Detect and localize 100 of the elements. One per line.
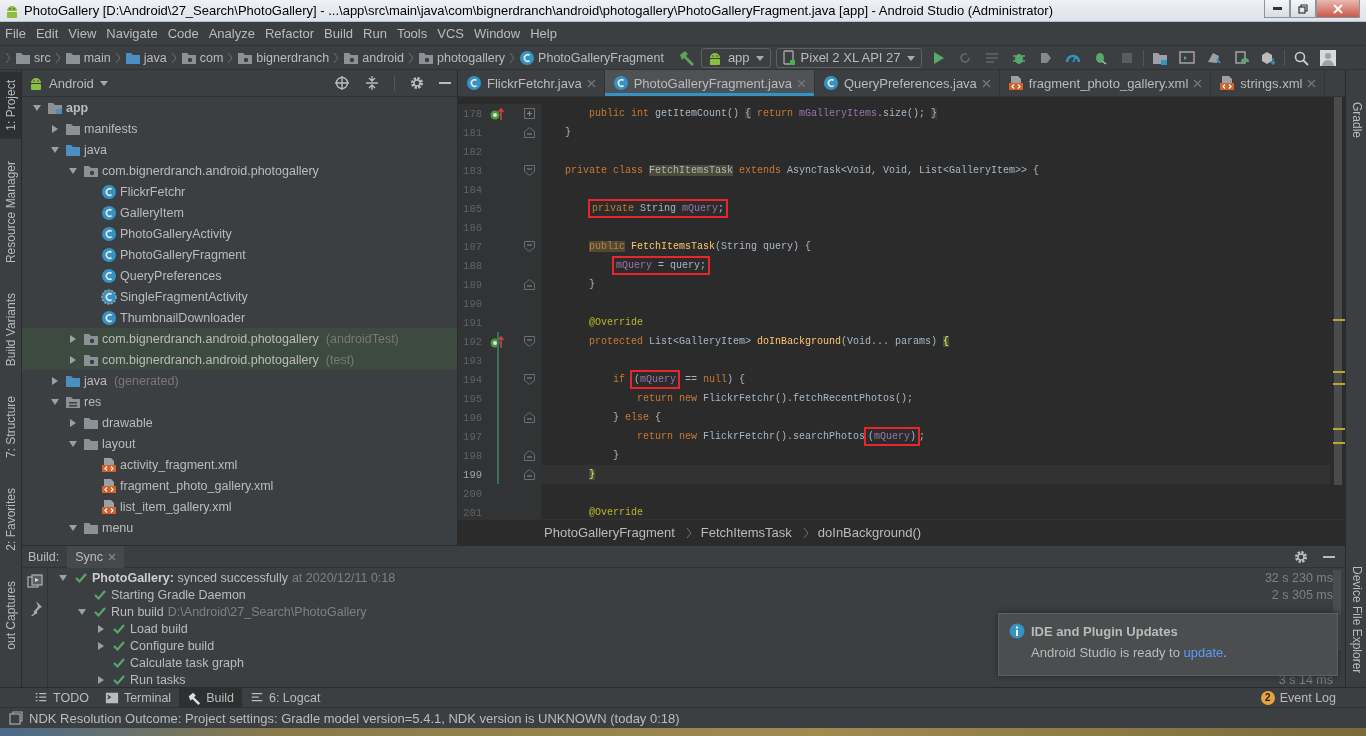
tree-item[interactable]: PhotoGalleryActivity [22, 223, 457, 244]
class-icon [101, 267, 117, 284]
tree-item[interactable]: layout [22, 433, 457, 454]
breadcrumb[interactable]: FetchItemsTask [700, 525, 792, 540]
menu-bar-item[interactable]: Run [358, 26, 392, 41]
device-manager-icon[interactable] [1232, 49, 1249, 66]
restart-icon[interactable] [26, 574, 43, 590]
device-dropdown[interactable]: Pixel 2 XL API 27 [775, 47, 922, 68]
tree-item[interactable]: PhotoGalleryFragment [22, 244, 457, 265]
menu-bar-item[interactable]: Window [468, 26, 526, 41]
tree-item[interactable]: FlickrFetchr [22, 181, 457, 202]
breadcrumb[interactable]: PhotoGalleryFragment [519, 49, 664, 66]
close-icon[interactable] [108, 552, 117, 561]
tree-item[interactable]: Starting Gradle Daemon 2 s 305 ms [48, 586, 1333, 603]
breadcrumb[interactable]: com [180, 49, 224, 66]
crosshair-icon[interactable] [334, 75, 350, 91]
menu-bar-item[interactable]: View [63, 26, 102, 41]
collapse-icon[interactable] [364, 75, 380, 91]
tool-window-tab[interactable]: Terminal [96, 687, 180, 708]
close-button[interactable] [1316, 0, 1360, 18]
tool-window-tab[interactable]: Gradle [1346, 94, 1366, 147]
search-icon[interactable] [1292, 49, 1309, 66]
menu-bar-item[interactable]: Navigate [101, 26, 163, 41]
panel-toggle-icon[interactable] [9, 711, 23, 725]
tree-item[interactable]: com.bignerdranch.android.photogallery [22, 160, 457, 181]
tree-item[interactable]: java [22, 139, 457, 160]
code-text: private class FetchItemsTask extends AsyncTask<Void, Void, List<GalleryItem>> { [565, 165, 1040, 176]
tree-item[interactable]: QueryPreferences [22, 265, 457, 286]
tool-window-tab[interactable]: 2: Favorites [0, 479, 21, 559]
tree-item[interactable]: GalleryItem [22, 202, 457, 223]
panel-tab[interactable]: Sync [67, 545, 125, 568]
close-icon[interactable] [1193, 78, 1203, 88]
tool-window-tab[interactable]: 6: Logcat [241, 687, 329, 708]
editor-tab[interactable]: fragment_photo_gallery.xml [999, 70, 1212, 96]
tool-window-tab[interactable]: TODO [26, 687, 97, 708]
editor-tab[interactable]: PhotoGalleryFragment.java [604, 70, 815, 96]
restore-button[interactable] [1290, 0, 1316, 18]
minimize-button[interactable] [1264, 0, 1290, 18]
event-log-tab[interactable]: 2 Event Log [1260, 690, 1336, 705]
settings-icon[interactable] [1293, 548, 1309, 565]
breadcrumb[interactable]: android [343, 49, 404, 66]
close-icon[interactable] [981, 78, 991, 88]
tool-window-tab[interactable]: Resource Manager [0, 152, 21, 271]
scrollbar-thumb[interactable] [1334, 97, 1342, 485]
tree-item[interactable]: menu [22, 517, 457, 538]
breadcrumb[interactable]: java [124, 49, 167, 66]
tool-window-tab[interactable]: Build Variants [0, 284, 21, 374]
close-icon[interactable] [586, 78, 596, 88]
tool-window-tab[interactable]: 1: Project [0, 72, 21, 139]
tool-window-tab[interactable]: Device File Explorer [1346, 557, 1366, 681]
menu-bar-item[interactable]: Build [319, 26, 358, 41]
tree-item[interactable]: manifests [22, 118, 457, 139]
tree-item[interactable]: com.bignerdranch.android.photogallery (test) [22, 349, 457, 370]
tree-item[interactable]: Run build D:\Android\27_Search\PhotoGallery [48, 603, 1333, 620]
menu-bar-item[interactable]: Code [162, 26, 204, 41]
tool-window-tab[interactable]: Build [179, 687, 242, 708]
hammer-icon[interactable] [677, 48, 696, 67]
editor-tab[interactable]: strings.xml [1211, 70, 1326, 96]
menu-bar-item[interactable]: VCS [432, 26, 469, 41]
breadcrumb[interactable]: photogallery [418, 49, 506, 66]
settings-icon[interactable] [409, 75, 425, 91]
menu-bar-item[interactable]: Analyze [203, 26, 260, 41]
tool-window-tab[interactable]: 7: Structure [0, 387, 21, 466]
module-dropdown[interactable]: app [700, 47, 771, 68]
breadcrumb[interactable]: main [64, 49, 111, 66]
tree-item[interactable]: res [22, 391, 457, 412]
hammer-icon [187, 690, 202, 705]
tree-item[interactable]: fragment_photo_gallery.xml [22, 475, 457, 496]
chevron-icon [4, 51, 12, 64]
package-download-icon[interactable] [1259, 49, 1276, 66]
minimize-icon[interactable] [1323, 555, 1335, 558]
tree-item[interactable]: PhotoGallery: synced successfully at 2020/12/11 0:18 32 s 230 ms [48, 569, 1333, 586]
code-text: ; [919, 431, 926, 442]
menu-bar-item[interactable]: Tools [391, 26, 433, 41]
monitor-icon[interactable] [1178, 49, 1195, 66]
panel-title: Build: [28, 549, 60, 564]
close-icon[interactable] [1307, 78, 1317, 88]
breadcrumb[interactable]: doInBackground() [817, 525, 922, 540]
tree-item[interactable]: app [22, 97, 457, 118]
tree-item[interactable]: ThumbnailDownloader [22, 307, 457, 328]
editor-tab[interactable]: FlickrFetchr.java [458, 70, 605, 96]
tool-window-tab[interactable]: out Captures [0, 572, 21, 658]
menu-bar-item[interactable]: Edit [30, 26, 64, 41]
tree-item[interactable]: activity_fragment.xml [22, 454, 457, 475]
tree-item[interactable]: drawable [22, 412, 457, 433]
menu-bar-item[interactable]: Refactor [259, 26, 320, 41]
view-dropdown[interactable]: Android [28, 75, 109, 91]
tree-item[interactable]: SingleFragmentActivity [22, 286, 457, 307]
breadcrumb[interactable]: bignerdranch [237, 49, 330, 66]
tree-item[interactable]: com.bignerdranch.android.photogallery (androidTest) [22, 328, 457, 349]
editor-tab[interactable]: QueryPreferences.java [814, 70, 1000, 96]
tree-item[interactable]: list_item_gallery.xml [22, 496, 457, 517]
menu-bar-item[interactable]: File [0, 26, 31, 41]
xml-file-icon [1219, 75, 1236, 91]
breadcrumb[interactable]: src [15, 49, 51, 66]
menu-bar-item[interactable]: Help [525, 26, 562, 41]
breadcrumb[interactable]: PhotoGalleryFragment [544, 525, 675, 540]
tree-item[interactable]: java (generated) [22, 370, 457, 391]
avatar-icon[interactable] [1319, 49, 1336, 66]
class-icon [612, 75, 629, 91]
